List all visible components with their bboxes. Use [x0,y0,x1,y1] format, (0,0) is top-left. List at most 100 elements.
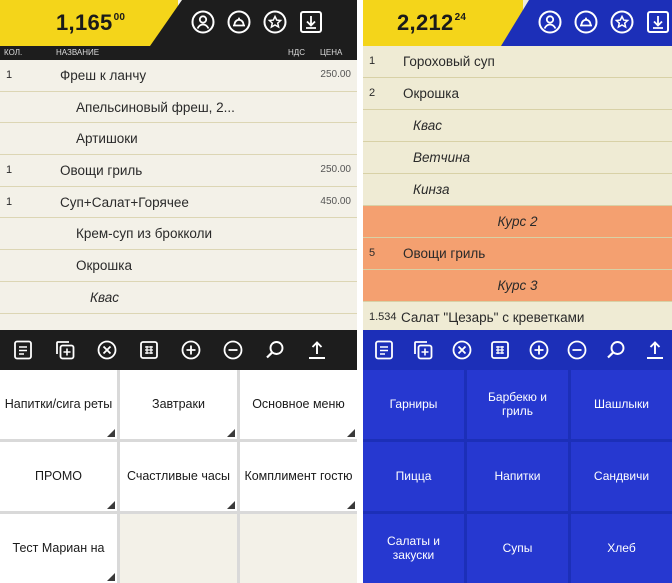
remove-icon[interactable] [560,331,595,369]
download-icon[interactable] [296,7,326,37]
download-icon[interactable] [643,7,672,37]
item-name: Курс 2 [497,214,538,229]
total-main: 1,165 [56,10,113,35]
total-cents: 24 [454,12,467,23]
category-grid: Гарниры Барбекю и гриль Шашлыки Пицца Напитк… [363,370,672,583]
order-list: 1 Гороховый суп 2 Окрошка Квас Ветчина Кинза Ку… [363,46,672,334]
receipt-icon[interactable] [367,331,402,369]
order-row[interactable]: Квас [363,110,672,142]
order-row[interactable]: Артишоки [0,123,357,156]
item-qty: 2 [369,87,376,99]
user-circle-icon[interactable] [535,7,565,37]
category-grid: Напитки/сига реты Завтраки Основное меню ПР… [0,370,357,583]
order-row[interactable]: Апельсиновый фреш, 2... [0,92,357,124]
category-button[interactable]: Комплимент гостю [240,442,357,511]
category-button[interactable]: Шашлыки [571,370,672,439]
category-button[interactable]: Завтраки [120,370,237,439]
category-button[interactable]: Напитки [467,442,568,511]
category-button[interactable]: Хлеб [571,514,672,583]
item-price: 250.00 [320,69,351,80]
order-row[interactable]: 5 Овощи гриль [363,238,672,270]
item-price: 450.00 [320,195,351,207]
empty-tile [120,514,237,583]
item-qty: 1 [6,69,13,81]
category-button[interactable]: Гарниры [363,370,464,439]
item-name: Овощи гриль [60,163,143,179]
item-name: Кинза [413,182,450,197]
item-name: Фреш к ланчу [60,68,147,83]
item-qty: 1 [6,195,13,208]
category-button[interactable]: Салаты и закуски [363,514,464,583]
item-name: Курс 3 [497,278,538,293]
item-name: Квас [90,289,119,305]
user-circle-icon[interactable] [188,7,218,37]
add-icon[interactable] [522,331,557,369]
cloche-icon[interactable] [571,7,601,37]
order-total: 2,21224 [397,10,466,36]
category-button[interactable]: Тест Мариан на [0,514,117,583]
item-qty: 1.534 [369,311,397,323]
star-badge-icon[interactable] [260,7,290,37]
copy-icon[interactable] [406,331,441,369]
col-price: ЦЕНА [320,48,343,57]
order-row[interactable]: 2 Окрошка [363,78,672,110]
right-pos-screen: 2,21224 1 Гороховый суп 2 Окрошка Квас Ветчин… [363,0,672,583]
item-name: Суп+Салат+Горячее [60,194,189,210]
category-button[interactable]: Счастливые часы [120,442,237,511]
category-button[interactable]: Сандвичи [571,442,672,511]
order-row[interactable]: Крем-суп из брокколи [0,218,357,251]
course-divider[interactable]: Курс 2 [363,206,672,238]
left-pos-screen: 1,16500 КОЛ. НАЗВАНИЕ НДС ЦЕНА 1 Фреш к л… [0,0,357,583]
order-row[interactable]: Квас [0,282,357,314]
column-header: КОЛ. НАЗВАНИЕ НДС ЦЕНА [0,46,357,60]
empty-tile [240,514,357,583]
receipt-icon[interactable] [4,331,42,369]
item-name: Апельсиновый фреш, 2... [76,99,235,115]
add-icon[interactable] [172,331,210,369]
col-qty: КОЛ. [4,48,23,57]
calculator-icon[interactable] [130,331,168,369]
col-vat: НДС [288,48,305,57]
item-qty: 5 [369,247,376,259]
item-name: Крем-суп из брокколи [76,226,213,242]
cancel-icon[interactable] [444,331,479,369]
order-total: 1,16500 [56,10,125,36]
search-icon[interactable] [599,331,634,369]
order-row[interactable]: 1 Гороховый суп [363,46,672,78]
item-qty: 1 [369,55,376,67]
upload-icon[interactable] [298,331,336,369]
category-button[interactable]: Основное меню [240,370,357,439]
category-button[interactable]: Барбекю и гриль [467,370,568,439]
item-name: Артишоки [76,131,138,147]
item-name: Овощи гриль [403,246,486,261]
action-toolbar [0,330,357,370]
search-icon[interactable] [256,331,294,369]
cancel-icon[interactable] [88,331,126,369]
calculator-icon[interactable] [483,331,518,369]
item-price: 250.00 [320,164,351,176]
category-button[interactable]: ПРОМО [0,442,117,511]
order-row[interactable]: 1 Фреш к ланчу 250.00 [0,60,357,92]
order-row[interactable]: Окрошка [0,250,357,282]
remove-icon[interactable] [214,331,252,369]
order-row[interactable]: 1 Суп+Салат+Горячее 450.00 [0,187,357,219]
star-badge-icon[interactable] [607,7,637,37]
order-list: 1 Фреш к ланчу 250.00 Апельсиновый фреш, 2.… [0,60,357,314]
course-divider[interactable]: Курс 3 [363,270,672,302]
header-icons [535,7,672,37]
item-name: Квас [413,118,442,133]
order-row[interactable]: Ветчина [363,142,672,174]
order-row[interactable]: Кинза [363,174,672,206]
item-qty: 1 [6,164,13,177]
upload-icon[interactable] [637,331,672,369]
copy-icon[interactable] [46,331,84,369]
col-name: НАЗВАНИЕ [56,48,100,57]
category-button[interactable]: Супы [467,514,568,583]
category-button[interactable]: Напитки/сига реты [0,370,117,439]
header-icons [188,7,326,37]
order-row[interactable]: 1 Овощи гриль 250.00 [0,155,357,187]
cloche-icon[interactable] [224,7,254,37]
header: 1,16500 [0,0,357,46]
category-button[interactable]: Пицца [363,442,464,511]
header: 2,21224 [363,0,672,46]
